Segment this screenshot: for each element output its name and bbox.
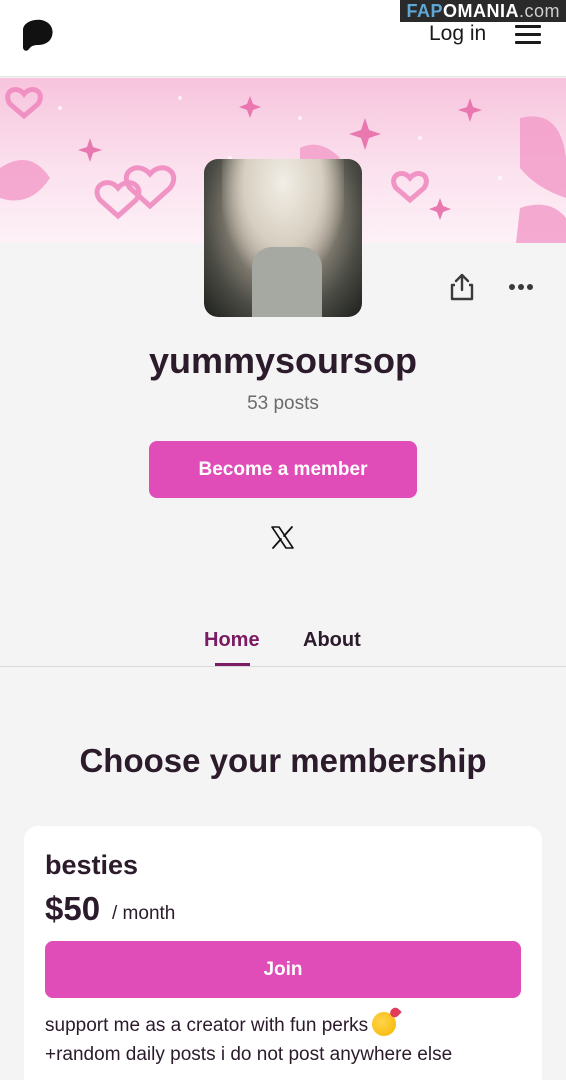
tier-description-line-1: support me as a creator with fun perks <box>45 1012 397 1037</box>
post-count: 53 posts <box>247 393 319 414</box>
tab-home[interactable]: Home <box>204 629 260 652</box>
login-link[interactable]: Log in <box>429 22 486 46</box>
membership-tier-card: besties $50 / month Join support me as a… <box>24 826 542 1080</box>
share-icon[interactable] <box>450 273 474 301</box>
tier-price: $50 <box>45 890 101 927</box>
tabs-divider <box>0 666 566 667</box>
tab-about[interactable]: About <box>303 629 361 652</box>
membership-title: Choose your membership <box>79 742 487 779</box>
watermark-part2: OMANIA <box>442 1 519 21</box>
tier-period: / month <box>112 903 176 924</box>
tier-description-line-2: +random daily posts i do not post anywhe… <box>45 1044 453 1065</box>
creator-name: yummysoursop <box>148 340 418 381</box>
smiling-hearts-emoji-icon <box>372 1012 397 1036</box>
profile-avatar <box>204 159 362 317</box>
watermark-part3: .com <box>518 1 560 21</box>
watermark-part1: FAP <box>406 1 443 21</box>
more-options-icon[interactable] <box>508 283 534 291</box>
top-bar: Log in FAPOMANIA.com <box>0 0 566 77</box>
x-icon[interactable] <box>270 525 295 550</box>
hamburger-menu-icon[interactable] <box>515 25 541 45</box>
tier-name: besties <box>45 850 139 880</box>
join-button[interactable]: Join <box>45 941 521 998</box>
tier-description-text-1: support me as a creator with fun perks <box>45 1015 369 1036</box>
become-member-button[interactable]: Become a member <box>149 441 417 498</box>
patreon-logo-icon[interactable] <box>22 18 54 52</box>
watermark: FAPOMANIA.com <box>400 0 566 22</box>
